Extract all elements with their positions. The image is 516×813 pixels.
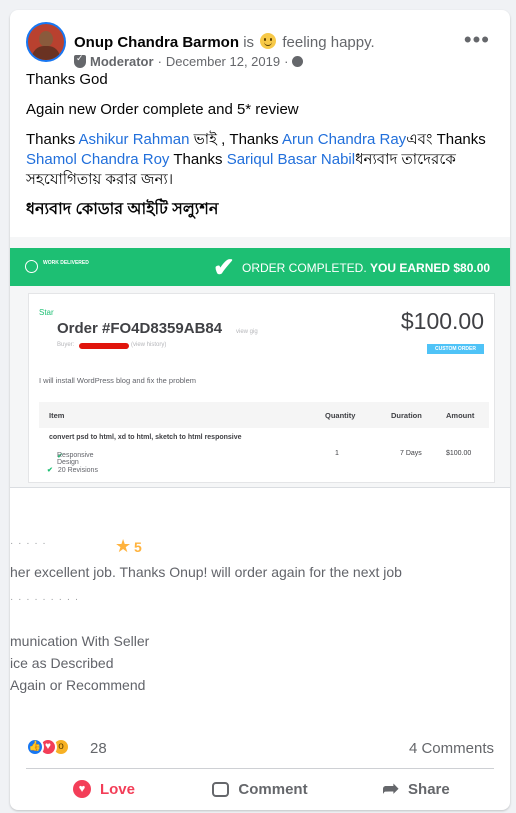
post-stats: 👍 ♥ o 28 4 Comments <box>26 735 494 759</box>
meta-separator: · <box>157 54 162 69</box>
order-table-header: Item Quantity Duration Amount <box>39 402 489 428</box>
share-icon: ➦ <box>382 778 400 800</box>
redacted-reviewer: · · · · · <box>10 538 47 549</box>
text-thanks-paragraph: Thanks Ashikur Rahman ভাই , Thanks Arun … <box>26 130 496 190</box>
author-avatar[interactable] <box>26 22 66 62</box>
actions-divider <box>26 768 494 769</box>
love-button[interactable]: ♥ Love <box>26 772 182 806</box>
comment-label: Comment <box>238 780 308 798</box>
order-details-panel: Star Order #FO4D8359AB84 view gig Buyer:… <box>28 293 495 483</box>
thanks-text-4: Thanks <box>169 151 227 168</box>
avatar-body <box>32 46 60 60</box>
comment-icon <box>212 781 230 797</box>
custom-order-badge: CUSTOM ORDER <box>426 344 484 354</box>
banner-message: ORDER COMPLETED. YOU EARNED $80.00 <box>242 261 490 275</box>
feature-revisions: 20 Revisions <box>57 467 98 474</box>
heart-icon: ♥ <box>72 780 91 798</box>
star-icon: ★ <box>115 536 132 556</box>
col-item: Item <box>49 411 65 420</box>
criteria-described: ice as Described <box>10 655 114 671</box>
post-meta: Moderator · December 12, 2019 · <box>74 53 304 69</box>
banner-completed: ORDER COMPLETED. <box>242 261 367 275</box>
banner-earned: YOU EARNED $80.00 <box>370 261 491 275</box>
order-table-row-values: ✔ Responsive Design 1 7 Days $100.00 <box>39 448 489 466</box>
row-duration: 7 Days <box>400 450 422 457</box>
globe-icon[interactable] <box>292 56 304 67</box>
feature-responsive: Responsive Design <box>57 452 94 466</box>
criteria-communication: munication With Seller <box>10 633 150 649</box>
text-bold-line: ধন্যবাদ কোডার আইটি সল্যুশন <box>26 201 219 218</box>
meta-separator-2: · <box>284 54 289 69</box>
review-screenshot: · · · · · ★ 5 her excellent job. Thanks … <box>10 487 510 731</box>
post-actions: ♥ Love Comment ➦ Share <box>26 772 494 806</box>
post-date[interactable]: December 12, 2019 <box>166 54 280 69</box>
thanks-text-1: Thanks <box>26 131 79 148</box>
thanks-text-3: এবং Thanks <box>406 131 486 148</box>
criteria-recommend: Again or Recommend <box>10 677 146 693</box>
reaction-count[interactable]: 28 <box>90 740 107 757</box>
author-name[interactable]: Onup Chandra Barmon <box>74 34 239 51</box>
work-delivered-label: WORK DELIVERED <box>43 260 89 266</box>
feeling-prefix: is <box>243 34 255 51</box>
reaction-icons[interactable]: 👍 ♥ o <box>26 738 70 756</box>
post-card: Onup Chandra Barmon is feeling happy. Mo… <box>10 10 510 810</box>
view-gig-link: view gig <box>236 329 258 335</box>
love-label: Love <box>99 780 135 798</box>
redacted-buyer-name <box>79 343 129 349</box>
mention-arun[interactable]: Arun Chandra Ray <box>282 131 406 148</box>
order-screenshot: WORK DELIVERED ✔ ORDER COMPLETED. YOU EA… <box>10 237 510 487</box>
role-label: Moderator <box>90 54 154 69</box>
share-label: Share <box>408 780 450 798</box>
col-duration: Duration <box>391 411 422 420</box>
post-photo[interactable]: WORK DELIVERED ✔ ORDER COMPLETED. YOU EA… <box>10 237 510 731</box>
feeling-text[interactable]: feeling happy. <box>282 34 374 51</box>
feature-item-2: ✔ 20 Revisions <box>47 466 98 474</box>
thanks-text-2: ভাই , Thanks <box>189 131 282 148</box>
view-history-link: (view history) <box>131 342 167 348</box>
checkmark-icon: ✔ <box>213 252 235 282</box>
comments-count[interactable]: 4 Comments <box>409 740 494 757</box>
text-line-1: Thanks God <box>26 71 108 88</box>
smile-emoji-icon <box>260 33 277 49</box>
mention-sariqul[interactable]: Sariqul Basar Nabil <box>227 151 355 168</box>
review-text: her excellent job. Thanks Onup! will ord… <box>10 564 402 580</box>
text-line-2: Again new Order complete and 5* review <box>26 101 299 118</box>
star-label: Star <box>39 308 54 317</box>
col-quantity: Quantity <box>325 411 356 420</box>
row-amount: $100.00 <box>446 450 472 457</box>
avatar-face <box>39 31 53 47</box>
mention-ashikur[interactable]: Ashikur Rahman <box>79 131 190 148</box>
author-line: Onup Chandra Barmon is feeling happy. <box>74 33 375 51</box>
buyer-label: Buyer: <box>57 342 75 348</box>
comment-button[interactable]: Comment <box>182 772 338 806</box>
post-header: Onup Chandra Barmon is feeling happy. Mo… <box>26 22 498 70</box>
order-completed-banner: WORK DELIVERED ✔ ORDER COMPLETED. YOU EA… <box>10 248 510 286</box>
moderator-badge-icon <box>74 53 86 68</box>
redacted-line: · · · · · · · · · <box>10 594 80 605</box>
row-item: convert psd to html, xd to html, sketch … <box>49 434 242 441</box>
row-quantity: 1 <box>335 450 339 457</box>
share-button[interactable]: ➦ Share <box>338 772 494 806</box>
like-reaction-icon: 👍 <box>26 738 44 756</box>
order-table-row: convert psd to html, xd to html, sketch … <box>39 432 489 446</box>
order-number: Order #FO4D8359AB84 <box>57 320 223 337</box>
review-rating: 5 <box>134 539 142 555</box>
col-amount: Amount <box>446 411 475 420</box>
work-delivered-icon <box>25 260 38 273</box>
check-icon-2: ✔ <box>47 467 53 474</box>
post-text: Thanks God Again new Order complete and … <box>26 70 496 230</box>
more-options-icon[interactable]: ••• <box>464 29 490 51</box>
mention-shamol[interactable]: Shamol Chandra Roy <box>26 151 169 168</box>
order-description: I will install WordPress blog and fix th… <box>39 376 197 385</box>
order-price: $100.00 <box>400 308 484 334</box>
